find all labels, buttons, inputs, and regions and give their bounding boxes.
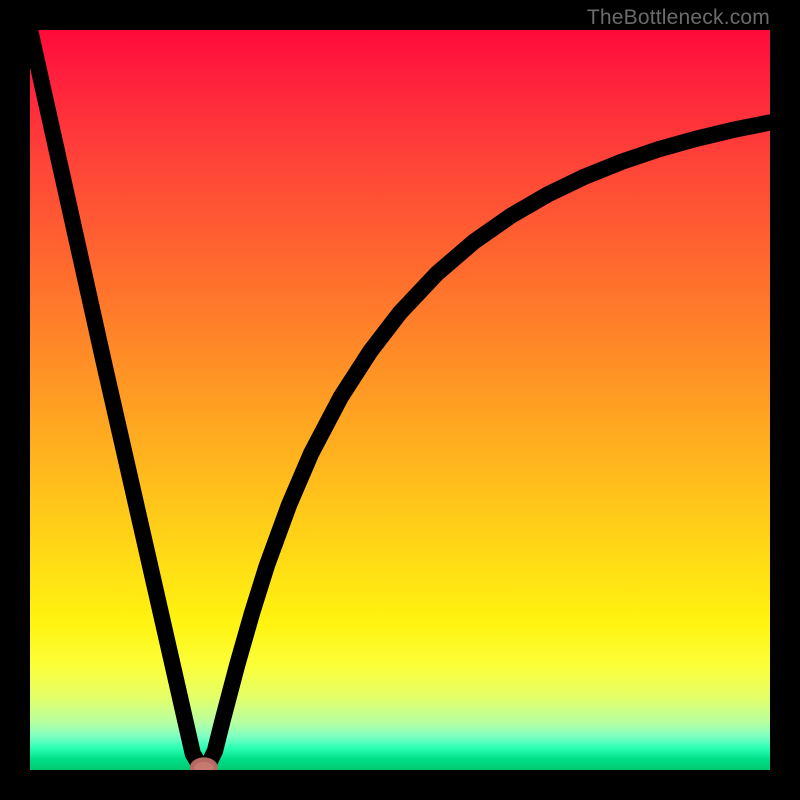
watermark-text: TheBottleneck.com <box>587 6 770 30</box>
bottleneck-curve <box>30 30 770 766</box>
plot-area <box>30 30 770 770</box>
chart-frame: TheBottleneck.com <box>0 0 800 800</box>
chart-svg <box>30 30 770 770</box>
minimum-marker <box>192 760 216 770</box>
